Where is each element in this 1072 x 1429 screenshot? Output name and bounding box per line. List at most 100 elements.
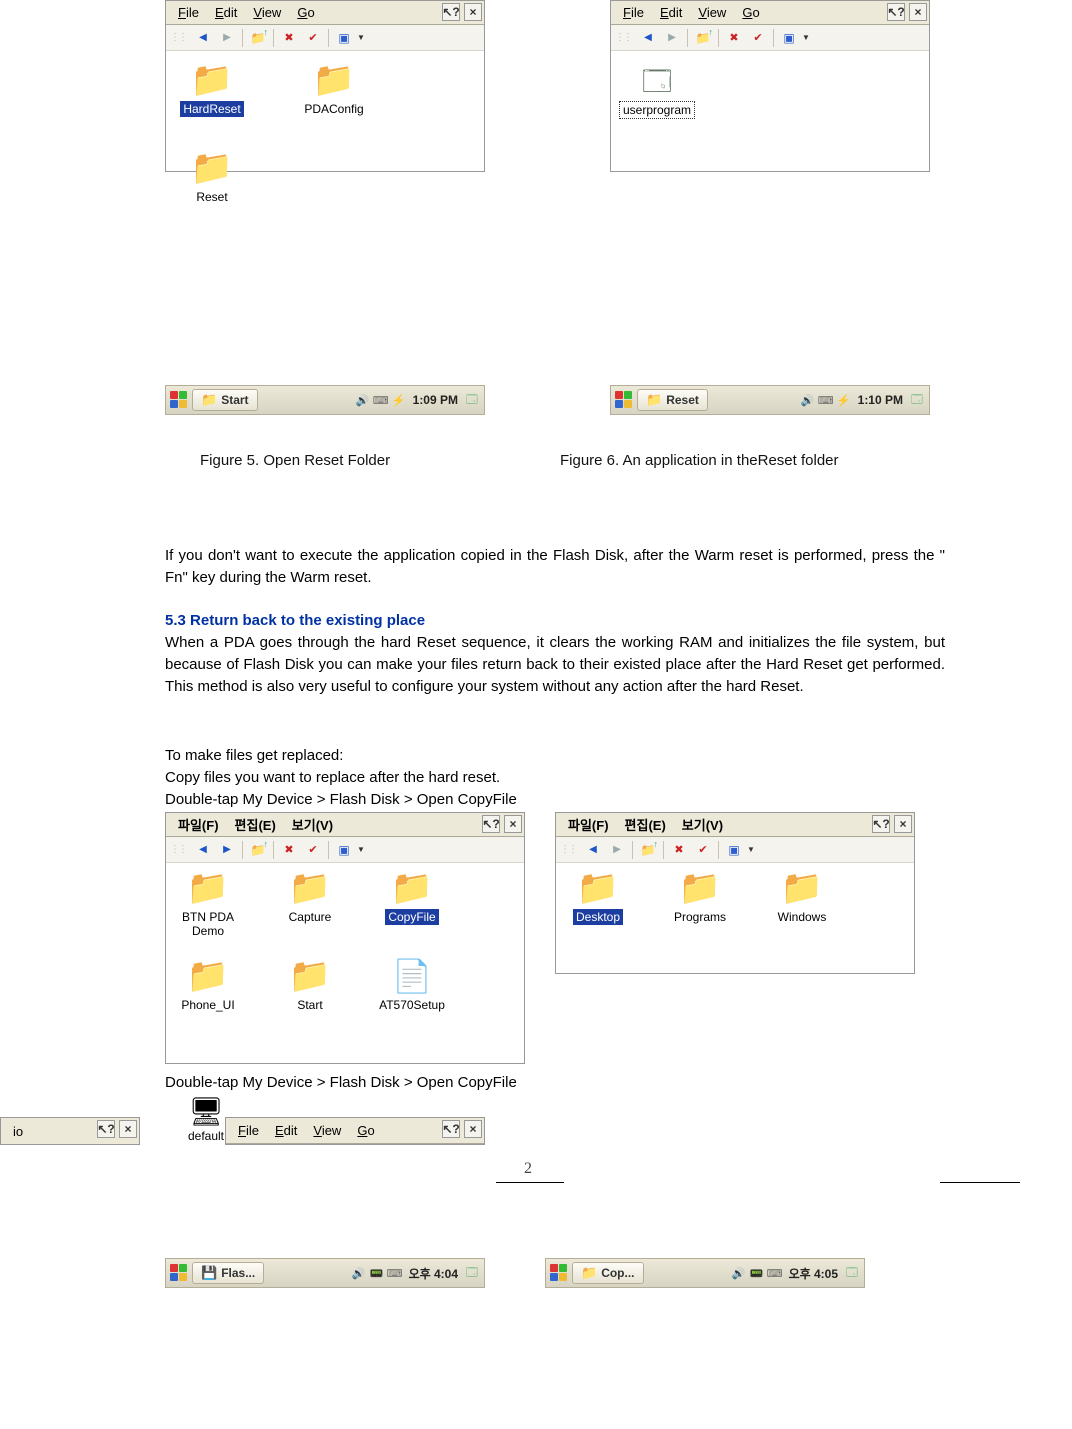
clock[interactable]: 1:10 PM	[854, 393, 907, 407]
menu-go-fragment[interactable]: io	[5, 1123, 31, 1140]
properties-button[interactable]	[302, 840, 324, 860]
folder-capture[interactable]: Capture	[274, 871, 346, 939]
menu-edit[interactable]: 편집(E)	[617, 814, 674, 835]
desktop-icon[interactable]	[464, 1265, 480, 1281]
context-help-icon[interactable]: ↖?	[482, 815, 500, 833]
menu-file[interactable]: File	[230, 1122, 267, 1139]
folder-btn-pda-demo[interactable]: BTN PDA Demo	[172, 871, 244, 939]
taskbar-button-flas[interactable]: Flas...	[192, 1262, 264, 1284]
clock[interactable]: 오후 4:04	[405, 1265, 462, 1282]
context-help-icon[interactable]: ↖?	[97, 1120, 115, 1138]
close-icon[interactable]: ×	[464, 3, 482, 21]
volume-icon[interactable]	[355, 392, 371, 408]
menu-file[interactable]: 파일(F)	[170, 814, 227, 835]
folder-copyfile[interactable]: CopyFile	[376, 871, 448, 939]
close-icon[interactable]: ×	[504, 815, 522, 833]
folder-phone-ui[interactable]: Phone_UI	[172, 959, 244, 1013]
folder-desktop[interactable]: Desktop	[562, 871, 634, 925]
close-icon[interactable]: ×	[894, 815, 912, 833]
menu-view[interactable]: View	[245, 4, 289, 21]
menu-file[interactable]: 파일(F)	[560, 814, 617, 835]
menu-go[interactable]: Go	[734, 4, 767, 21]
forward-button[interactable]	[216, 840, 238, 860]
keyboard-icon[interactable]	[373, 392, 389, 408]
menu-go[interactable]: Go	[349, 1122, 382, 1139]
desktop-icon[interactable]	[844, 1265, 860, 1281]
windows-logo-icon[interactable]	[170, 391, 188, 409]
views-button[interactable]: ▼	[333, 28, 365, 48]
folder-start[interactable]: Start	[274, 959, 346, 1013]
folder-programs[interactable]: Programs	[664, 871, 736, 925]
taskbar-button-cop[interactable]: Cop...	[572, 1262, 644, 1284]
back-button[interactable]	[192, 28, 214, 48]
views-button[interactable]: ▼	[333, 840, 365, 860]
clock[interactable]: 1:09 PM	[409, 393, 462, 407]
windows-logo-icon[interactable]	[615, 391, 633, 409]
menu-view[interactable]: 보기(V)	[674, 814, 731, 835]
folder-hardreset[interactable]: HardReset	[176, 63, 248, 117]
menu-go[interactable]: Go	[289, 4, 322, 21]
clock[interactable]: 오후 4:05	[785, 1265, 842, 1282]
folder-windows[interactable]: Windows	[766, 871, 838, 925]
views-button[interactable]: ▼	[778, 28, 810, 48]
windows-logo-icon[interactable]	[170, 1264, 188, 1282]
forward-button[interactable]	[661, 28, 683, 48]
close-icon[interactable]: ×	[909, 3, 927, 21]
volume-icon[interactable]	[800, 392, 816, 408]
menu-file[interactable]: FFileile	[170, 4, 207, 21]
menu-edit[interactable]: 편집(E)	[227, 814, 284, 835]
properties-button[interactable]	[692, 840, 714, 860]
volume-icon[interactable]	[731, 1265, 747, 1281]
keyboard-icon[interactable]	[818, 392, 834, 408]
up-folder-button[interactable]	[247, 28, 269, 48]
folder-pdaconfig[interactable]: PDAConfig	[298, 63, 370, 117]
delete-button[interactable]	[668, 840, 690, 860]
windows-logo-icon[interactable]	[550, 1264, 568, 1282]
taskbar-button-start[interactable]: Start	[192, 389, 258, 411]
context-help-icon[interactable]: ↖?	[872, 815, 890, 833]
context-help-icon[interactable]: ↖?	[442, 1120, 460, 1138]
views-button[interactable]: ▼	[723, 840, 755, 860]
menu-edit[interactable]: Edit	[652, 4, 690, 21]
delete-button[interactable]	[278, 840, 300, 860]
folder-icon	[781, 871, 823, 905]
keyboard-icon[interactable]	[767, 1265, 783, 1281]
desktop-icon[interactable]	[464, 392, 480, 408]
up-folder-button[interactable]	[637, 840, 659, 860]
pda-icon[interactable]	[749, 1265, 765, 1281]
file-at570setup[interactable]: AT570Setup	[376, 959, 448, 1013]
back-button[interactable]	[582, 840, 604, 860]
context-help-icon[interactable]: ↖?	[887, 3, 905, 21]
close-icon[interactable]: ×	[119, 1120, 137, 1138]
separator	[242, 29, 243, 47]
delete-button[interactable]	[278, 28, 300, 48]
up-folder-button[interactable]	[247, 840, 269, 860]
menu-view[interactable]: View	[690, 4, 734, 21]
up-folder-button[interactable]	[692, 28, 714, 48]
properties-button[interactable]	[747, 28, 769, 48]
close-icon[interactable]: ×	[464, 1120, 482, 1138]
taskbar-button-reset[interactable]: Reset	[637, 389, 708, 411]
volume-icon[interactable]	[351, 1265, 367, 1281]
folder-reset[interactable]: Reset	[176, 151, 248, 205]
program-userprogram[interactable]: userprogram	[621, 63, 693, 119]
back-button[interactable]	[637, 28, 659, 48]
menu-view[interactable]: View	[305, 1122, 349, 1139]
forward-button[interactable]	[216, 28, 238, 48]
menu-edit[interactable]: Edit	[267, 1122, 305, 1139]
power-icon[interactable]	[391, 392, 407, 408]
context-help-icon[interactable]: ↖?	[442, 3, 460, 21]
forward-button[interactable]	[606, 840, 628, 860]
pda-icon[interactable]	[369, 1265, 385, 1281]
back-button[interactable]	[192, 840, 214, 860]
menu-file[interactable]: File	[615, 4, 652, 21]
keyboard-icon[interactable]	[387, 1265, 403, 1281]
program-default[interactable]: default	[185, 1095, 227, 1144]
menu-view[interactable]: 보기(V)	[284, 814, 341, 835]
menu-edit[interactable]: Edit	[207, 4, 245, 21]
desktop-icon[interactable]	[909, 392, 925, 408]
properties-button[interactable]	[302, 28, 324, 48]
section-5-3-body: When a PDA goes through the hard Reset s…	[165, 632, 945, 697]
delete-button[interactable]	[723, 28, 745, 48]
power-icon[interactable]	[836, 392, 852, 408]
